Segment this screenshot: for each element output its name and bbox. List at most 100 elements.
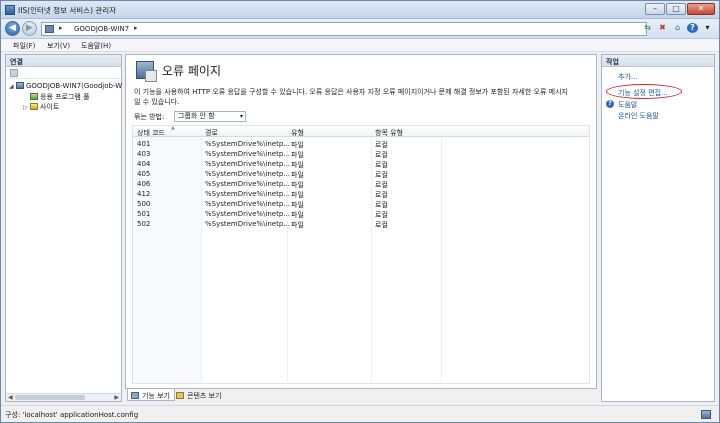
table-row[interactable]: 502 %SystemDrive%\inetp... 파일 로컬 [133,219,589,229]
table-cell-code: 403 [137,150,151,158]
horizontal-scrollbar[interactable]: ◀ ▶ [6,393,121,401]
title-bar: IIS(인터넷 정보 서비스) 관리자 – □ ✕ [1,1,719,19]
table-cell-entry: 로컬 [375,221,388,229]
features-view-icon [131,392,139,399]
connections-header: 연결 [6,55,121,67]
table-row[interactable]: 501 %SystemDrive%\inetp... 파일 로컬 [133,209,589,219]
table-row[interactable]: 404 %SystemDrive%\inetp... 파일 로컬 [133,159,589,169]
address-field[interactable]: ▸ GOODJOB-WIN7 ▸ [41,22,647,36]
menu-help[interactable]: 도움말(H) [81,41,111,51]
group-by-value: 그룹화 안 함 [178,112,215,120]
address-bar: ◀ ▶ ▸ GOODJOB-WIN7 ▸ ⇆ ✖ ⌂ ? ▾ [1,19,719,39]
action-help[interactable]: 도움말 [618,100,637,110]
table-cell-path: %SystemDrive%\inetp... [205,140,290,148]
table-cell-code: 401 [137,140,151,148]
status-text: 구성: 'localhost' applicationHost.config [5,411,139,419]
actions-panel: 작업 추가... 기능 설정 편집... ? 도움말 온라인 도움말 [601,54,715,402]
tab-label: 기능 보기 [142,392,170,400]
home-icon[interactable]: ⌂ [672,23,683,33]
tree-item-server[interactable]: ◢ GOODJOB-WIN7(Goodjob-W [9,82,122,90]
page-title: 오류 페이지 [162,64,222,78]
tree-expander[interactable]: ◢ [9,83,16,90]
breadcrumb-server[interactable]: GOODJOB-WIN7 [74,25,129,33]
window-title: IIS(인터넷 정보 서비스) 관리자 [18,6,117,15]
table-cell-code: 502 [137,220,151,228]
server-icon [45,25,54,33]
forward-button[interactable]: ▶ [22,21,37,36]
tree-item-label: 사이트 [40,103,60,111]
table-row[interactable]: 412 %SystemDrive%\inetp... 파일 로컬 [133,189,589,199]
tab-features-view[interactable]: 기능 보기 [127,389,175,401]
table-row[interactable]: 500 %SystemDrive%\inetp... 파일 로컬 [133,199,589,209]
actions-header: 작업 [602,55,714,67]
highlight-annotation [606,84,682,99]
table-cell-code: 500 [137,200,151,208]
tree-item-sites[interactable]: ▷ 사이트 [23,102,59,112]
tree-expander[interactable]: ▷ [23,104,30,111]
help-icon: ? [606,100,614,108]
tab-label: 콘텐츠 보기 [187,392,222,400]
table-row[interactable]: 403 %SystemDrive%\inetp... 파일 로컬 [133,149,589,159]
view-tabs: 기능 보기 콘텐츠 보기 [125,389,597,402]
table-header: 상태 코드 ▲ 경로 유형 항목 유형 [133,125,589,138]
tree-item-app-pools[interactable]: 응용 프로그램 풀 [23,92,90,102]
tree-item-label: 응용 프로그램 풀 [40,93,90,101]
table-row[interactable]: 401 %SystemDrive%\inetp... 파일 로컬 [133,139,589,149]
server-icon [16,82,24,89]
group-by-select[interactable]: 그룹화 안 함 ▾ [174,111,246,122]
table-cell-path: %SystemDrive%\inetp... [205,170,290,178]
refresh-icon[interactable]: ⇆ [642,23,653,33]
column-header-type[interactable]: 유형 [291,128,304,138]
minimize-button[interactable]: – [645,3,665,15]
chevron-down-icon[interactable]: ▾ [702,23,713,33]
column-header-entry-type[interactable]: 항목 유형 [375,128,403,138]
menu-file[interactable]: 파일(F) [13,41,35,51]
help-icon[interactable]: ? [687,23,698,33]
close-button[interactable]: ✕ [687,3,715,15]
table-cell-path: %SystemDrive%\inetp... [205,150,290,158]
tree-item-label: GOODJOB-WIN7(Goodjob-W [26,82,123,90]
breadcrumb-separator[interactable]: ▸ [59,24,63,32]
content-view-icon [176,392,184,399]
breadcrumb-separator[interactable]: ▸ [134,24,138,32]
connections-toolbar [6,67,121,79]
table-cell-code: 412 [137,190,151,198]
stop-icon[interactable]: ✖ [657,23,668,33]
column-header-status-code[interactable]: 상태 코드 [137,128,165,138]
app-pool-icon [30,93,38,100]
scrollbar-thumb[interactable] [15,395,85,400]
connect-icon[interactable] [10,69,18,77]
action-add[interactable]: 추가... [618,72,638,82]
table-cell-code: 406 [137,180,151,188]
table-cell-path: %SystemDrive%\inetp... [205,200,290,208]
scroll-left-icon[interactable]: ◀ [8,394,13,401]
tab-content-view[interactable]: 콘텐츠 보기 [173,389,225,401]
error-pages-icon [136,61,157,82]
back-button[interactable]: ◀ [5,21,20,36]
table-cell-path: %SystemDrive%\inetp... [205,190,290,198]
table-cell-path: %SystemDrive%\inetp... [205,160,290,168]
feature-panel: 오류 페이지 이 기능을 사용하여 HTTP 오류 응답을 구성할 수 있습니다… [125,54,597,389]
scroll-right-icon[interactable]: ▶ [114,394,119,401]
table-cell-code: 405 [137,170,151,178]
connections-panel: 연결 ◢ GOODJOB-WIN7(Goodjob-W 응용 프로그램 풀 ▷ 사이… [5,54,122,402]
table-cell-code: 501 [137,210,151,218]
sites-folder-icon [30,103,38,110]
table-cell-path: %SystemDrive%\inetp... [205,220,290,228]
table-cell-type: 파일 [291,221,304,229]
network-status-icon [701,410,711,419]
column-header-path[interactable]: 경로 [205,128,218,138]
maximize-button[interactable]: □ [666,3,686,15]
action-online-help[interactable]: 온라인 도움말 [618,111,659,121]
feature-description: 이 기능을 사용하여 HTTP 오류 응답을 구성할 수 있습니다. 오류 응답… [134,88,568,106]
iis-manager-window: IIS(인터넷 정보 서비스) 관리자 – □ ✕ ◀ ▶ ▸ GOODJOB-… [0,0,720,423]
table-row[interactable]: 406 %SystemDrive%\inetp... 파일 로컬 [133,179,589,189]
table-cell-code: 404 [137,160,151,168]
address-tools: ⇆ ✖ ⌂ ? ▾ [642,23,713,33]
table-row[interactable]: 405 %SystemDrive%\inetp... 파일 로컬 [133,169,589,179]
window-controls: – □ ✕ [645,3,715,15]
status-bar: 구성: 'localhost' applicationHost.config [1,405,719,422]
menu-view[interactable]: 보기(V) [47,41,70,51]
iis-app-icon [5,5,15,15]
menu-bar: 파일(F) 보기(V) 도움말(H) [1,39,719,52]
